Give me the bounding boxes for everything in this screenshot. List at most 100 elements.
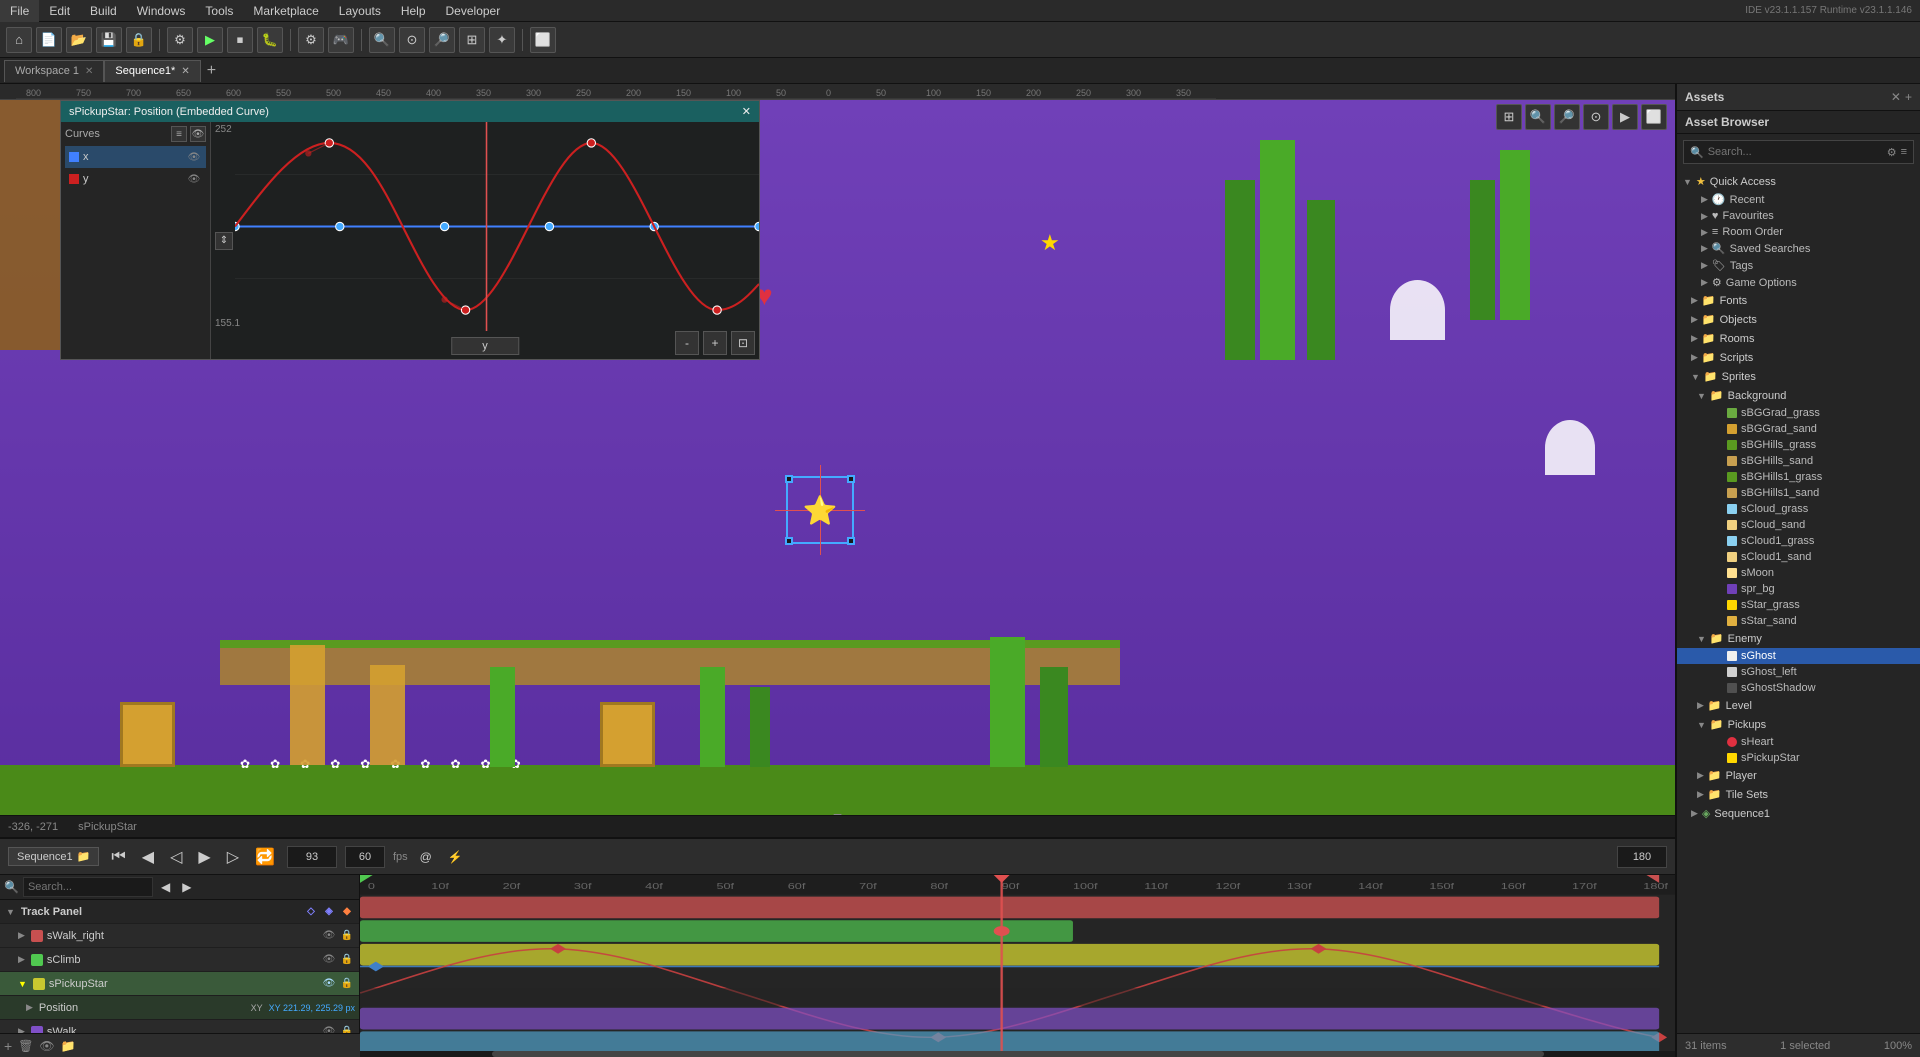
curve-vscale-btn[interactable]: ⇕ [215, 232, 233, 250]
stop-btn[interactable]: ⏹ [227, 27, 253, 53]
zoom-reset-btn[interactable]: ⊙ [399, 27, 425, 53]
background-header[interactable]: ▼ 📁 Background [1677, 386, 1920, 405]
menu-build[interactable]: Build [80, 0, 127, 22]
asset-sstar-sand[interactable]: sStar_sand [1677, 613, 1920, 629]
asset-spickupstar[interactable]: sPickupStar [1677, 750, 1920, 766]
asset-scloud1-grass[interactable]: sCloud1_grass [1677, 533, 1920, 549]
asset-sbghills1-grass[interactable]: sBGHills1_grass [1677, 469, 1920, 485]
lock-btn[interactable]: 🔒 [126, 27, 152, 53]
asset-smoon[interactable]: sMoon [1677, 565, 1920, 581]
player-header[interactable]: ▶ 📁 Player [1677, 766, 1920, 785]
tab-workspace1[interactable]: Workspace 1 ✕ [4, 60, 104, 82]
asset-sghost-left[interactable]: sGhost_left [1677, 664, 1920, 680]
viewport-fit-btn[interactable]: ⊙ [1583, 104, 1609, 130]
track-expand-swalk-right[interactable]: ▶ [16, 930, 27, 941]
asset-browser-close-btn[interactable]: ✕ [1891, 90, 1901, 104]
curve-eye-btn[interactable]: 👁 [190, 126, 206, 142]
asset-sstar-grass[interactable]: sStar_grass [1677, 597, 1920, 613]
menu-tools[interactable]: Tools [195, 0, 243, 22]
sequence-folder-icon[interactable]: 📁 [77, 850, 91, 863]
track-spickupstar[interactable]: ▼ sPickupStar 👁 🔒 [0, 972, 359, 996]
gamepad-btn[interactable]: 🎮 [328, 27, 354, 53]
snap-btn[interactable]: ✦ [489, 27, 515, 53]
asset-browser-add-btn[interactable]: + [1905, 90, 1912, 104]
curve-fit-btn[interactable]: ⊡ [731, 331, 755, 355]
game-canvas[interactable]: ★ ★ ★ ★ ★ [0, 100, 1675, 815]
sort-icon[interactable]: ≡ [1901, 146, 1907, 158]
viewport-zoom-in-btn[interactable]: 🔎 [1554, 104, 1580, 130]
track-position[interactable]: ▶ Position XY XY 221.29, 225.29 px [0, 996, 359, 1020]
folder-track-btn[interactable]: 📁 [61, 1039, 76, 1053]
track-visible-btn[interactable]: 👁 [321, 928, 337, 944]
timeline-fps-input[interactable] [345, 846, 385, 868]
curve-zoom-out-btn[interactable]: - [675, 331, 699, 355]
pickups-header[interactable]: ▼ 📁 Pickups [1677, 715, 1920, 734]
qa-saved-searches[interactable]: ▶ 🔍 Saved Searches [1677, 240, 1920, 257]
play-btn[interactable]: ▶ [197, 27, 223, 53]
timeline-end-frame-input[interactable] [1617, 846, 1667, 868]
menu-help[interactable]: Help [391, 0, 436, 22]
tab-workspace1-close[interactable]: ✕ [85, 66, 93, 77]
timeline-step-back-btn[interactable]: ◁ [166, 847, 186, 867]
track-sclimb-visible-btn[interactable]: 👁 [321, 952, 337, 968]
curve-x-eye[interactable]: 👁 [186, 149, 202, 165]
sequence-name-display[interactable]: Sequence1 📁 [8, 847, 99, 866]
viewport-fullscreen-btn[interactable]: ⬜ [1641, 104, 1667, 130]
timeline-hscrollbar[interactable] [360, 1051, 1675, 1057]
track-sclimb[interactable]: ▶ sClimb 👁 🔒 [0, 948, 359, 972]
scripts-header[interactable]: ▶ 📁 Scripts [1677, 348, 1920, 367]
asset-sghost[interactable]: sGhost [1677, 648, 1920, 664]
asset-scloud-grass[interactable]: sCloud_grass [1677, 501, 1920, 517]
settings-btn[interactable]: ⚙ [167, 27, 193, 53]
track-expand-position[interactable]: ▶ [24, 1002, 35, 1013]
curve-sort-btn[interactable]: ≡ [171, 126, 187, 142]
track-next-btn[interactable]: ▶ [178, 880, 195, 894]
curve-editor-close[interactable]: ✕ [742, 105, 751, 118]
new-btn[interactable]: 📄 [36, 27, 62, 53]
asset-sbghills1-sand[interactable]: sBGHills1_sand [1677, 485, 1920, 501]
level-header[interactable]: ▶ 📁 Level [1677, 696, 1920, 715]
menu-marketplace[interactable]: Marketplace [243, 0, 328, 22]
timeline-loop-btn[interactable]: 🔁 [251, 847, 279, 867]
add-key-btn[interactable]: ◇ [303, 904, 319, 920]
tab-sequence1-close[interactable]: ✕ [181, 66, 189, 77]
curve-y-tab[interactable]: y [451, 337, 519, 355]
zoom-out-btn[interactable]: 🔍 [369, 27, 395, 53]
track-expand-sclimb[interactable]: ▶ [16, 954, 27, 965]
track-search-input[interactable] [23, 877, 153, 897]
track-sclimb-lock-btn[interactable]: 🔒 [339, 952, 355, 968]
home-btn[interactable]: ⌂ [6, 27, 32, 53]
debug-btn[interactable]: 🐛 [257, 27, 283, 53]
add-tab-button[interactable]: + [201, 62, 222, 80]
viewport-zoom-out-btn[interactable]: 🔍 [1525, 104, 1551, 130]
open-btn[interactable]: 📂 [66, 27, 92, 53]
track-lock-btn[interactable]: 🔒 [339, 928, 355, 944]
grid-btn[interactable]: ⊞ [459, 27, 485, 53]
enemy-header[interactable]: ▼ 📁 Enemy [1677, 629, 1920, 648]
asset-search-input[interactable] [1708, 146, 1883, 158]
save-btn[interactable]: 💾 [96, 27, 122, 53]
qa-room-order[interactable]: ▶ ≡ Room Order [1677, 224, 1920, 240]
tab-sequence1[interactable]: Sequence1* ✕ [104, 60, 200, 82]
sprites-header[interactable]: ▼ 📁 Sprites [1677, 367, 1920, 386]
asset-sbghills-sand[interactable]: sBGHills_sand [1677, 453, 1920, 469]
viewport-grid-btn[interactable]: ⊞ [1496, 104, 1522, 130]
menu-edit[interactable]: Edit [39, 0, 80, 22]
collapse-btn[interactable]: ▼ [831, 809, 845, 815]
track-expand-spickupstar[interactable]: ▼ [16, 979, 29, 989]
timeline-hscroll-thumb[interactable] [492, 1051, 1544, 1057]
curve-y-eye[interactable]: 👁 [186, 171, 202, 187]
track-swalk-right[interactable]: ▶ sWalk_right 👁 🔒 [0, 924, 359, 948]
curve-zoom-in-btn[interactable]: + [703, 331, 727, 355]
menu-developer[interactable]: Developer [436, 0, 511, 22]
qa-favourites[interactable]: ▶ ♥ Favourites [1677, 208, 1920, 224]
curve-editor-title-bar[interactable]: sPickupStar: Position (Embedded Curve) ✕ [61, 101, 759, 122]
rooms-header[interactable]: ▶ 📁 Rooms [1677, 329, 1920, 348]
curve-canvas[interactable]: 252 155.1 ⇕ [211, 122, 759, 359]
menu-windows[interactable]: Windows [127, 0, 196, 22]
qa-tags[interactable]: ▶ 🏷 Tags [1677, 257, 1920, 274]
quick-access-header[interactable]: ▼ ★ Quick Access [1677, 172, 1920, 191]
timeline-metronome-btn[interactable]: @ [416, 850, 436, 864]
curve-item-y[interactable]: y 👁 [65, 168, 206, 190]
sequence1-header[interactable]: ▶ ◈ Sequence1 [1677, 804, 1920, 823]
